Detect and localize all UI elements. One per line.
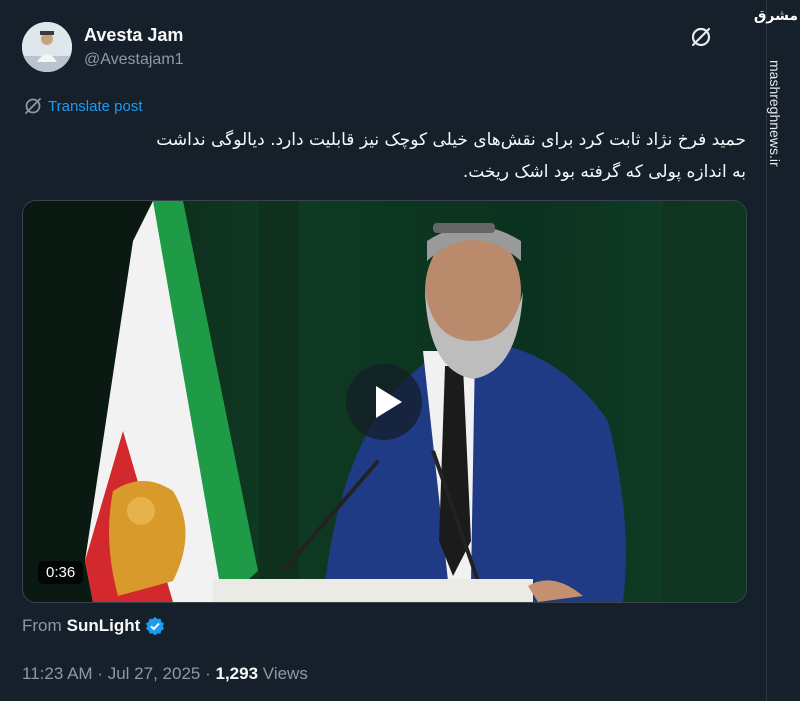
post-time[interactable]: 11:23 AM: [22, 664, 93, 683]
mashregh-logo: مشرق: [753, 8, 798, 24]
source-account-link[interactable]: SunLight: [67, 616, 141, 636]
author-handle[interactable]: @Avestajam1: [84, 51, 184, 69]
translate-post-link[interactable]: Translate post: [24, 97, 143, 115]
mashregh-site-name: mashreghnews.ir: [767, 60, 783, 167]
avatar[interactable]: [22, 22, 72, 72]
grok-icon[interactable]: [688, 24, 714, 50]
meta-separator-2: ·: [205, 664, 211, 683]
translate-icon: [25, 98, 41, 114]
meta-separator-1: ·: [97, 664, 103, 683]
post-text: حمید فرخ نژاد ثابت کرد برای نقش‌های خیلی…: [6, 124, 746, 188]
views-label: Views: [262, 664, 308, 683]
source-prefix: From: [22, 616, 62, 635]
verified-badge-icon: [146, 617, 165, 636]
post-date[interactable]: Jul 27, 2025: [108, 664, 201, 683]
translate-post-label: Translate post: [48, 97, 143, 115]
post-metadata: 11:23 AM · Jul 27, 2025 · 1,293 Views: [22, 664, 308, 684]
source-attribution: From SunLight: [22, 616, 165, 636]
video-duration: 0:36: [38, 561, 84, 584]
post-card: Avesta Jam @Avestajam1 Translate post حم…: [0, 0, 766, 701]
author-name[interactable]: Avesta Jam: [84, 25, 183, 46]
views-count: 1,293: [215, 664, 259, 683]
avatar-image: [22, 22, 72, 72]
play-button[interactable]: [346, 364, 422, 440]
post-text-line-1: حمید فرخ نژاد ثابت کرد برای نقش‌های خیلی…: [156, 130, 746, 150]
post-text-line-2: به اندازه پولی که گرفته بود اشک ریخت.: [462, 162, 746, 182]
